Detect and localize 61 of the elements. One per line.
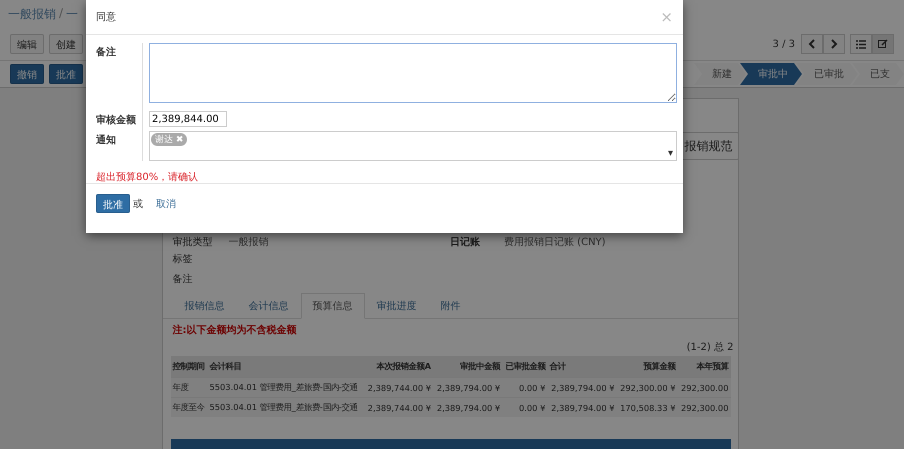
column-header: 预算金额 [616,356,678,378]
table-cell: 年度 [170,378,208,398]
tab[interactable]: 预算信息 [300,293,364,319]
breadcrumb-link[interactable]: 一 [66,6,78,23]
record-count: (1-2) 总 2 [686,340,734,354]
tab[interactable]: 报销信息 [172,293,236,319]
notify-field[interactable]: 谢达 ✖ ▾ [149,131,677,161]
column-header: 审批中金额 [433,356,502,378]
tab[interactable]: 会计信息 [236,293,300,319]
table-cell: 2,389,794.00 ¥ [433,378,502,398]
table-cell: 2,389,744.00 ¥ [364,398,434,417]
table-cell: 2,389,794.00 ¥ [547,398,617,417]
or-text: 或 [133,198,143,210]
status-stage[interactable]: 审批中 [740,63,802,85]
breadcrumb-link[interactable]: 一般报销 [8,6,56,23]
field-label: 备注 [172,272,194,286]
table-cell: 2,389,744.00 ¥ [364,378,434,398]
dropdown-caret: ▾ [668,148,673,159]
column-header: 已审批金额 [502,356,548,378]
table-cell: 170,508.33 ¥ [616,398,678,417]
field-value: 一般报销 [228,236,268,249]
toolbar-button[interactable]: 编辑 [10,34,44,54]
recipient-tag[interactable]: 谢达 ✖ [151,133,188,146]
column-header: 控制期间 [170,356,208,378]
cancel-link[interactable]: 取消 [156,196,176,210]
table-cell: 292,300.00 [678,398,730,417]
action-button[interactable]: 批准 [49,64,83,84]
tab[interactable]: 审批进度 [364,293,428,319]
table-cell: 0.00 ¥ [502,378,548,398]
field-label: 审批类型 [172,236,214,249]
table-cell: 2,389,794.00 ¥ [547,378,617,398]
amount-field[interactable]: 2,389,844.00 [149,111,227,127]
warning-text: 超出预算80%，请确认 [96,170,200,184]
column-header: 本年预算 [678,356,730,378]
table-cell: 年度至今 [170,398,208,417]
field-label: 审核金额 [96,113,137,128]
field-label: 日记账 [450,236,481,249]
approve-button[interactable]: 批准 [96,194,130,213]
table-cell: 5503.04.01 管理费用_差旅费-国内-交通 [207,398,364,417]
status-stage[interactable]: 已审批 [796,63,858,85]
table-cell: 0.00 ¥ [502,398,548,417]
status-stage[interactable]: 已支 [852,63,904,85]
column-header: 本次报销金额A [364,356,434,378]
table-cell: 292,300.00 [678,378,730,398]
table-cell: 292,300.00 ¥ [616,378,678,398]
action-button[interactable]: 撤销 [10,64,44,84]
tab[interactable]: 附件 [428,293,472,319]
field-label: 备注 [96,45,117,60]
column-header: 会计科目 [207,356,364,378]
note-text: 注:以下金额均为不含税金额 [172,323,298,337]
table-cell: 2,389,794.00 ¥ [433,398,502,417]
toolbar-button[interactable]: 创建 [49,34,83,54]
close-button[interactable]: × [660,8,673,26]
breadcrumb-separator: / [59,6,64,20]
dialog-title: 同意 [96,10,116,24]
table-cell: 5503.04.01 管理费用_差旅费-国内-交通 [207,378,364,398]
field-label: 通知 [96,134,117,148]
field-label: 标签 [172,252,194,266]
column-header: 合计 [547,356,617,378]
pager-text: 3 / 3 [772,38,795,50]
field-value: 费用报销日记账 (CNY) [504,236,606,249]
